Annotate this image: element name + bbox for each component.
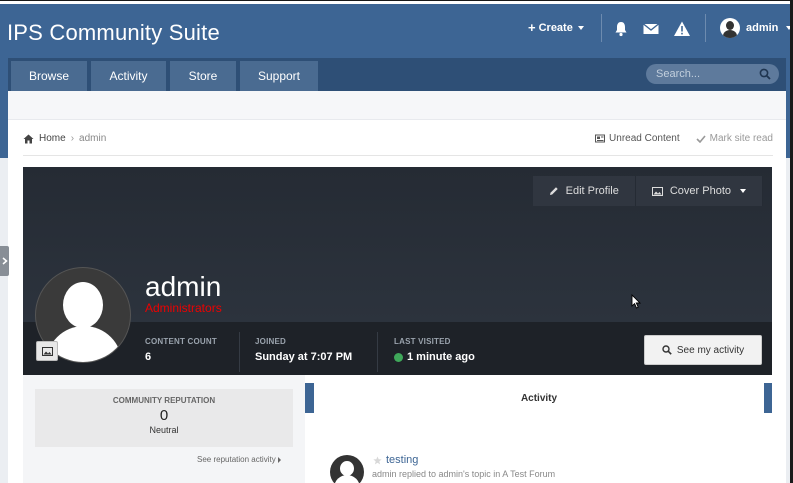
stat-label: CONTENT COUNT: [145, 337, 217, 346]
chevron-down-icon: [577, 25, 584, 30]
member-group: Administrators: [145, 301, 222, 315]
chevron-right-icon: [2, 257, 8, 265]
feed-item-link[interactable]: testing: [386, 454, 418, 466]
feed-item-meta: admin replied to admin's topic in A Test…: [372, 469, 556, 479]
reputation-box: COMMUNITY REPUTATION 0 Neutral: [35, 389, 293, 447]
breadcrumb-current: admin: [79, 133, 107, 144]
pencil-icon: [549, 187, 558, 195]
mouse-cursor-icon: [631, 294, 642, 309]
create-menu-button[interactable]: + Create: [528, 20, 584, 35]
tab-browse[interactable]: Browse: [11, 61, 87, 91]
cover-photo-label: Cover Photo: [669, 185, 731, 197]
user-menu-label: admin: [746, 22, 779, 34]
star-icon: [373, 455, 382, 464]
stat-joined: JOINED Sunday at 7:07 PM: [255, 337, 352, 363]
unread-content-label: Unread Content: [609, 133, 680, 144]
see-my-activity-label: See my activity: [676, 344, 745, 356]
announcement-band: [8, 91, 786, 120]
online-status-icon: [394, 352, 403, 362]
change-photo-button[interactable]: [36, 341, 58, 361]
cover-photo-button[interactable]: Cover Photo: [635, 176, 763, 206]
chevron-right-icon: [277, 456, 281, 463]
stat-last-visited: LAST VISITED 1 minute ago: [394, 337, 475, 363]
activity-tab[interactable]: Activity: [314, 383, 764, 414]
create-label: Create: [538, 21, 573, 34]
search-input[interactable]: [656, 68, 756, 80]
reputation-word: Neutral: [149, 425, 179, 435]
bell-icon[interactable]: [612, 20, 630, 38]
see-reputation-activity-link[interactable]: See reputation activity: [197, 455, 281, 464]
divider: [23, 155, 773, 156]
breadcrumb-home[interactable]: Home: [39, 133, 66, 144]
unread-content-link[interactable]: Unread Content: [595, 133, 680, 144]
stat-value: 6: [145, 351, 152, 363]
site-title[interactable]: IPS Community Suite: [7, 20, 220, 46]
reputation-label: COMMUNITY REPUTATION: [112, 396, 216, 405]
check-icon: [696, 134, 706, 143]
stat-divider: [377, 332, 378, 372]
tab-store[interactable]: Store: [170, 61, 236, 91]
header-divider: [601, 14, 602, 42]
edit-profile-button[interactable]: Edit Profile: [532, 176, 636, 206]
user-menu[interactable]: admin: [720, 18, 793, 38]
stat-label: LAST VISITED: [394, 337, 451, 346]
stat-divider: [239, 332, 240, 372]
warning-icon[interactable]: [673, 20, 691, 38]
search-icon[interactable]: [759, 68, 771, 80]
see-my-activity-button[interactable]: See my activity: [644, 335, 762, 365]
chevron-right-icon: ›: [70, 133, 75, 144]
feed-item-title: testing: [373, 454, 418, 466]
breadcrumb-actions: Unread Content Mark site read: [595, 133, 773, 144]
mark-site-read-link[interactable]: Mark site read: [696, 133, 773, 144]
reputation-value: 0: [159, 407, 169, 424]
stat-value-row: 1 minute ago: [394, 351, 475, 363]
plus-icon: +: [528, 20, 536, 35]
newspaper-icon: [595, 134, 606, 143]
search-box: [646, 64, 779, 84]
image-icon: [651, 186, 663, 196]
header-divider: [705, 14, 706, 42]
stat-content-count: CONTENT COUNT 6: [145, 337, 217, 363]
mark-site-read-label: Mark site read: [709, 133, 773, 144]
breadcrumb: Home › admin: [23, 133, 106, 144]
avatar[interactable]: [330, 455, 364, 483]
stat-label: JOINED: [255, 337, 286, 346]
stat-value: Sunday at 7:07 PM: [255, 351, 353, 363]
tab-support[interactable]: Support: [240, 61, 318, 91]
image-icon: [41, 346, 53, 356]
avatar: [720, 18, 740, 38]
sidebar-toggle[interactable]: [0, 246, 9, 276]
home-icon: [23, 134, 34, 143]
reputation-link-label: See reputation activity: [197, 455, 276, 464]
envelope-icon[interactable]: [642, 20, 660, 38]
chevron-down-icon: [740, 189, 746, 193]
tab-activity[interactable]: Activity: [91, 61, 166, 91]
profile-name: admin: [145, 271, 222, 302]
stat-value: 1 minute ago: [407, 351, 475, 363]
search-icon: [662, 345, 672, 355]
edit-profile-label: Edit Profile: [565, 185, 619, 197]
cover-actions: Edit Profile Cover Photo: [532, 176, 763, 206]
